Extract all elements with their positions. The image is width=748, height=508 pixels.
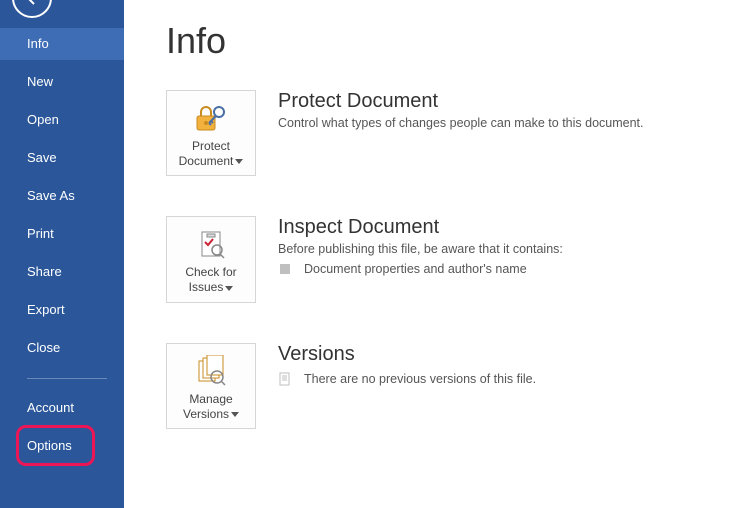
backstage-sidebar: Info New Open Save Save As Print Share E… xyxy=(0,0,124,508)
section-versions: Manage Versions Versions There are no pr… xyxy=(166,343,748,429)
sidebar-item-close[interactable]: Close xyxy=(0,332,124,364)
section-inspect: Check for Issues Inspect Document Before… xyxy=(166,216,748,302)
chevron-down-icon xyxy=(231,407,239,422)
sidebar-item-save[interactable]: Save xyxy=(0,142,124,174)
bullet-row: Document properties and author's name xyxy=(278,262,748,276)
sidebar-item-label: Save As xyxy=(27,188,75,203)
tile-label: Protect Document xyxy=(167,139,255,169)
main-panel: Info Protect Document Protect Document C… xyxy=(124,0,748,508)
page-title: Info xyxy=(166,20,748,62)
manage-versions-button[interactable]: Manage Versions xyxy=(166,343,256,429)
bullet-row: There are no previous versions of this f… xyxy=(278,372,748,386)
sidebar-item-info[interactable]: Info xyxy=(0,28,124,60)
sidebar-item-label: New xyxy=(27,74,53,89)
sidebar-item-export[interactable]: Export xyxy=(0,294,124,326)
sidebar-item-label: Print xyxy=(27,226,54,241)
bullet-text: Document properties and author's name xyxy=(304,262,527,276)
protect-document-button[interactable]: Protect Document xyxy=(166,90,256,176)
sidebar-item-save-as[interactable]: Save As xyxy=(0,180,124,212)
section-body: Protect Document Control what types of c… xyxy=(278,90,748,130)
sidebar-item-new[interactable]: New xyxy=(0,66,124,98)
bullet-text: There are no previous versions of this f… xyxy=(304,372,536,386)
document-icon xyxy=(278,372,292,386)
square-bullet-icon xyxy=(278,262,292,276)
sidebar-item-label: Export xyxy=(27,302,65,317)
back-button[interactable] xyxy=(12,0,52,18)
section-title: Protect Document xyxy=(278,90,748,113)
sidebar-item-label: Account xyxy=(27,400,74,415)
sidebar-item-share[interactable]: Share xyxy=(0,256,124,288)
tile-label: Check for Issues xyxy=(167,265,255,295)
sidebar-item-label: Save xyxy=(27,150,57,165)
check-document-icon xyxy=(167,227,255,261)
sidebar-divider xyxy=(27,378,107,379)
sidebar-item-options[interactable]: Options xyxy=(0,430,124,462)
section-body: Inspect Document Before publishing this … xyxy=(278,216,748,276)
section-body: Versions There are no previous versions … xyxy=(278,343,748,386)
sidebar-item-label: Open xyxy=(27,112,59,127)
sidebar-item-open[interactable]: Open xyxy=(0,104,124,136)
section-text: Control what types of changes people can… xyxy=(278,116,748,130)
check-for-issues-button[interactable]: Check for Issues xyxy=(166,216,256,302)
back-arrow-icon xyxy=(22,0,42,8)
section-text: Before publishing this file, be aware th… xyxy=(278,242,748,256)
section-protect: Protect Document Protect Document Contro… xyxy=(166,90,748,176)
sidebar-item-label: Options xyxy=(27,438,72,453)
sidebar-item-label: Info xyxy=(27,36,49,51)
chevron-down-icon xyxy=(225,281,233,296)
sidebar-item-label: Share xyxy=(27,264,62,279)
chevron-down-icon xyxy=(235,154,243,169)
sidebar-item-print[interactable]: Print xyxy=(0,218,124,250)
lock-key-icon xyxy=(167,101,255,135)
versions-icon xyxy=(167,354,255,388)
sidebar-item-label: Close xyxy=(27,340,60,355)
tile-label: Manage Versions xyxy=(167,392,255,422)
sidebar-item-account[interactable]: Account xyxy=(0,392,124,424)
section-title: Versions xyxy=(278,343,748,366)
section-title: Inspect Document xyxy=(278,216,748,239)
